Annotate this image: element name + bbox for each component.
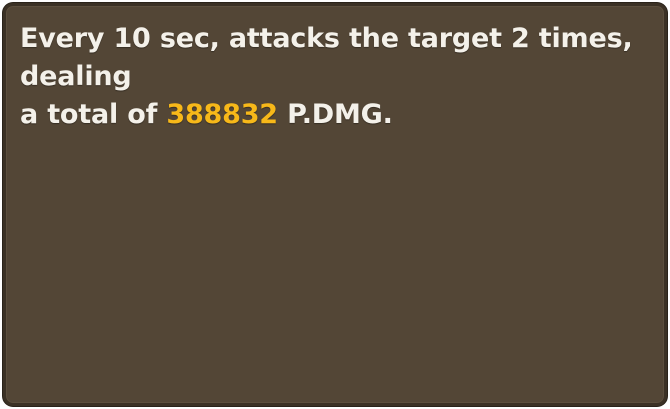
description-prefix: a total of xyxy=(20,99,158,130)
skill-tooltip-panel: Every 10 sec, attacks the target 2 times… xyxy=(3,3,667,406)
damage-value: 388832 xyxy=(166,99,278,130)
damage-type-label: P.DMG. xyxy=(287,99,393,130)
skill-description: Every 10 sec, attacks the target 2 times… xyxy=(20,20,650,134)
description-line-1: Every 10 sec, attacks the target 2 times… xyxy=(20,23,633,92)
